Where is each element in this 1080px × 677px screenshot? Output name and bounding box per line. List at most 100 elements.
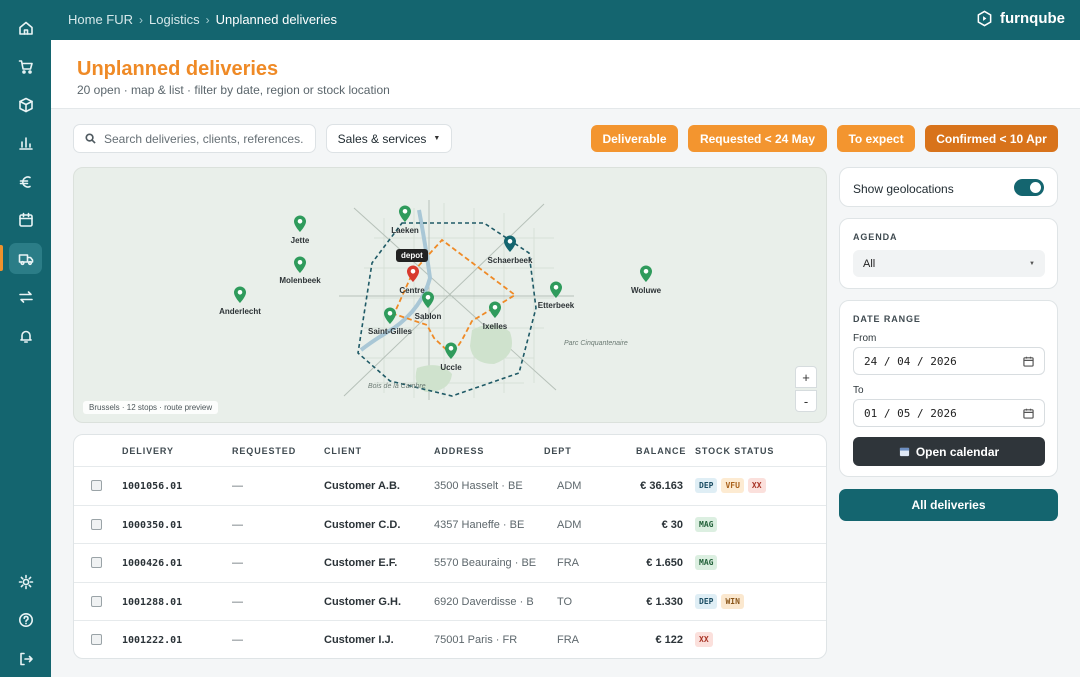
depot-pin-icon[interactable] xyxy=(405,263,421,283)
brand-logo[interactable]: furnqube xyxy=(976,10,1065,27)
breadcrumb-home[interactable]: Home FUR xyxy=(68,12,133,27)
breadcrumb: Home FUR › Logistics › Unplanned deliver… xyxy=(68,12,337,27)
column-header-dept[interactable]: DEPT xyxy=(544,446,572,456)
stock-badge: DEP xyxy=(695,478,718,493)
stock-badge: MAG xyxy=(695,516,718,532)
location-pin-icon[interactable] xyxy=(382,305,398,325)
from-date-input[interactable]: 24 / 04 / 2026 xyxy=(853,347,1045,375)
filter-requested[interactable]: Requested < 24 May xyxy=(688,125,827,152)
sidebar-item-help[interactable] xyxy=(9,604,42,635)
client-name: Customer I.J. xyxy=(324,634,394,646)
agenda-select[interactable]: All ▼ xyxy=(853,250,1045,277)
stock-badge: VFU xyxy=(721,478,744,493)
agenda-label: AGENDA xyxy=(853,232,898,242)
location-pin-icon[interactable] xyxy=(420,289,436,309)
sun-icon xyxy=(18,574,33,589)
column-header-delivery[interactable]: DELIVERY xyxy=(122,446,174,456)
column-header-balance[interactable]: BALANCE xyxy=(636,446,686,456)
delivery-number[interactable]: 1000350.01 xyxy=(122,520,182,531)
to-date-input[interactable]: 01 / 05 / 2026 xyxy=(853,399,1045,427)
delivery-number[interactable]: 1001288.01 xyxy=(122,597,182,608)
sidebar-item-logout[interactable] xyxy=(9,643,42,674)
zoom-out-button[interactable]: - xyxy=(795,390,817,412)
stock-badge: WIN xyxy=(721,593,744,609)
row-checkbox[interactable] xyxy=(91,634,102,645)
delivery-map[interactable]: Parc Cinquantenaire Bois de la Cambre Je… xyxy=(73,167,827,423)
table-row[interactable]: 1001288.01 — Customer G.H. 6920 Daverdisse … xyxy=(74,581,826,620)
stock-status-badges: MAG xyxy=(695,555,718,570)
row-checkbox[interactable] xyxy=(91,480,102,491)
filter-deliverable[interactable]: Deliverable xyxy=(591,125,678,152)
location-pin-icon[interactable] xyxy=(487,299,503,319)
client-name: Customer C.D. xyxy=(324,518,401,531)
location-pin-icon[interactable] xyxy=(292,213,308,233)
department-select[interactable]: Sales & services ▼ xyxy=(326,124,452,153)
toggle-knob xyxy=(1030,182,1041,193)
table-row[interactable]: 1000426.01 — Customer E.F. 5570 Beauraing ·… xyxy=(74,543,826,581)
delivery-address: 5570 Beauraing · BE xyxy=(434,557,537,569)
chevron-right-icon: › xyxy=(205,12,210,27)
delivery-number[interactable]: 1000426.01 xyxy=(122,558,182,569)
top-bar: Home FUR › Logistics › Unplanned deliver… xyxy=(51,0,1080,40)
row-checkbox[interactable] xyxy=(91,595,102,607)
stock-status-badges: DEP WIN xyxy=(695,593,744,609)
from-date-value: 24 / 04 / 2026 xyxy=(864,354,957,368)
delivery-number[interactable]: 1001222.01 xyxy=(122,635,182,646)
cart-icon xyxy=(18,59,33,74)
filter-confirmed[interactable]: Confirmed < 10 Apr xyxy=(925,125,1058,152)
sidebar-item-calendar[interactable] xyxy=(9,204,42,235)
column-header-requested[interactable]: REQUESTED xyxy=(232,446,296,456)
column-header-address[interactable]: ADDRESS xyxy=(434,446,484,456)
all-deliveries-button[interactable]: All deliveries xyxy=(839,489,1058,521)
sidebar-item-products[interactable] xyxy=(9,89,42,120)
delivery-number[interactable]: 1001056.01 xyxy=(122,481,182,492)
agenda-select-value: All xyxy=(863,257,876,270)
sidebar-item-theme[interactable] xyxy=(9,566,42,597)
filter-to-expect[interactable]: To expect xyxy=(837,125,915,152)
stock-badge: DEP xyxy=(695,593,718,609)
calendar-icon[interactable] xyxy=(1023,356,1034,367)
location-pin-icon[interactable] xyxy=(502,233,518,253)
calendar-icon[interactable] xyxy=(1023,408,1034,419)
breadcrumb-logistics[interactable]: Logistics xyxy=(149,12,200,27)
geolocation-toggle[interactable] xyxy=(1014,179,1044,196)
location-pin-icon[interactable] xyxy=(443,340,459,360)
breadcrumb-current: Unplanned deliveries xyxy=(215,12,338,27)
table-row[interactable]: 1001222.01 — Customer I.J. 75001 Paris · FR… xyxy=(74,620,826,658)
sidebar-item-finance[interactable] xyxy=(9,166,42,197)
sidebar-item-orders[interactable] xyxy=(9,51,42,82)
location-pin-icon[interactable] xyxy=(397,203,413,223)
delivery-address: 3500 Hasselt · BE xyxy=(434,480,523,492)
home-icon xyxy=(18,21,33,35)
sidebar-item-logistics[interactable] xyxy=(9,243,42,274)
sidebar-item-notifications[interactable] xyxy=(9,320,42,351)
sidebar-item-reports[interactable] xyxy=(9,127,42,158)
row-checkbox[interactable] xyxy=(91,518,102,530)
location-pin-icon[interactable] xyxy=(292,254,308,274)
search-input[interactable] xyxy=(104,131,304,146)
active-indicator xyxy=(0,245,3,271)
box-icon xyxy=(18,97,33,112)
caret-down-icon: ▼ xyxy=(433,135,441,142)
column-header-stock-status[interactable]: STOCK STATUS xyxy=(695,446,774,456)
stock-badge: XX xyxy=(695,632,713,647)
zoom-in-button[interactable]: + xyxy=(795,366,817,388)
location-pin-icon[interactable] xyxy=(638,263,654,283)
row-checkbox[interactable] xyxy=(91,557,102,568)
brand-name: furnqube xyxy=(1000,10,1065,27)
table-row[interactable]: 1000350.01 — Customer C.D. 4357 Haneffe · B… xyxy=(74,504,826,543)
location-pin-icon[interactable] xyxy=(548,279,564,299)
date-range-card: DATE RANGE From 24 / 04 / 2026 To 01 / 0… xyxy=(839,300,1058,477)
balance-amount: € 30 xyxy=(661,518,683,531)
table-row[interactable]: 1001056.01 — Customer A.B. 3500 Hasselt · B… xyxy=(74,466,826,504)
caret-down-icon: ▼ xyxy=(1029,260,1035,267)
column-header-client[interactable]: CLIENT xyxy=(324,446,362,456)
location-pin-icon[interactable] xyxy=(232,284,248,304)
truck-icon xyxy=(18,253,33,265)
pin-label-sablon: Sablon xyxy=(414,312,442,321)
depot-tag: depot xyxy=(396,249,428,262)
open-calendar-button[interactable]: Open calendar xyxy=(853,437,1045,466)
sidebar-item-home[interactable] xyxy=(9,12,42,43)
sidebar-item-transfers[interactable] xyxy=(9,281,42,312)
search-box[interactable] xyxy=(73,124,316,153)
